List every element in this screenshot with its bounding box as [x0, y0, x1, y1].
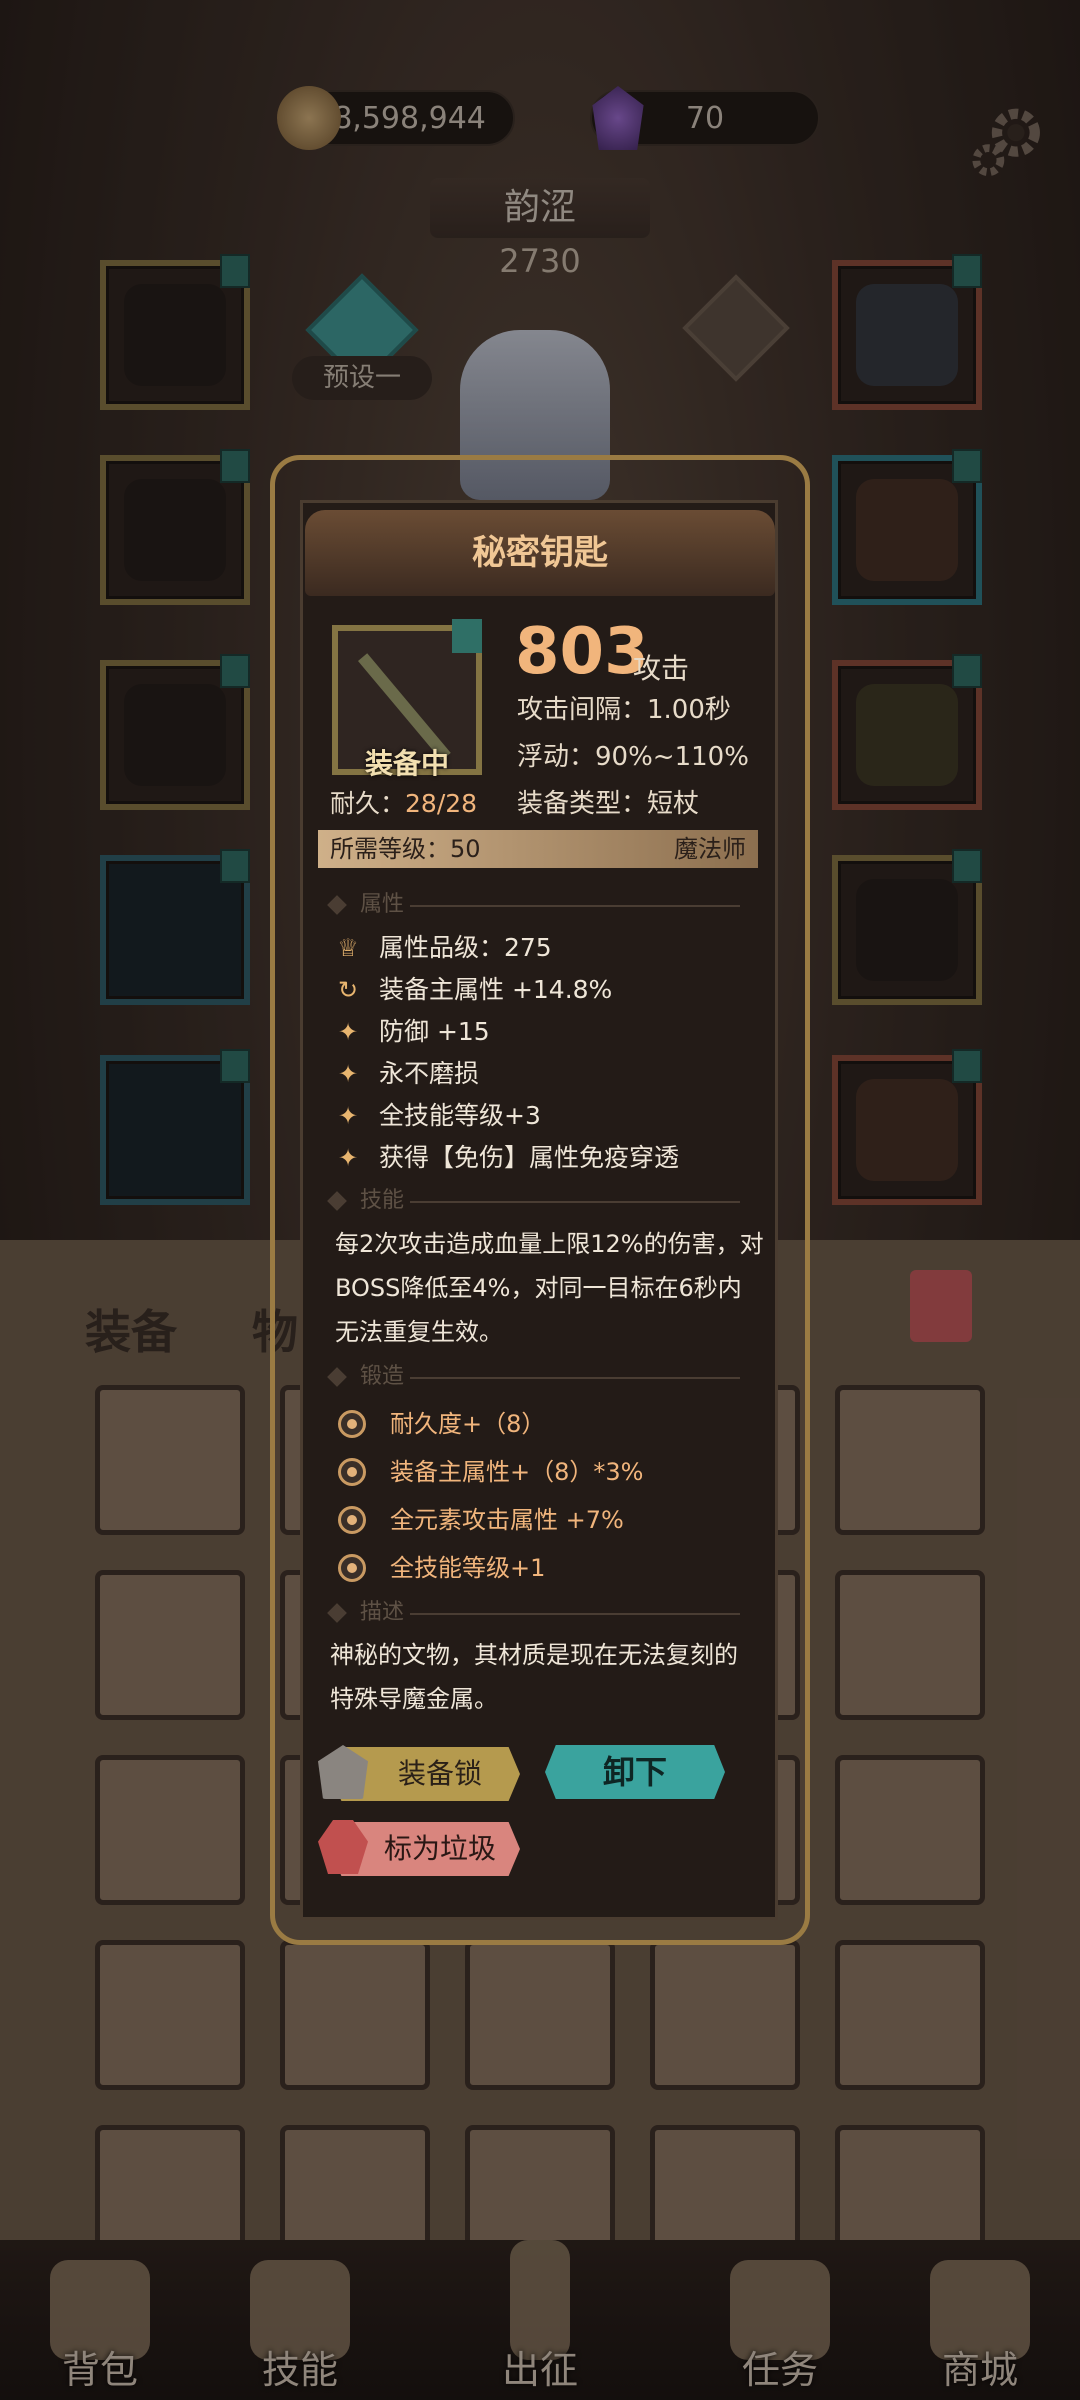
mark-trash-label: 标为垃圾: [383, 1832, 496, 1865]
quality-icon: ♕: [337, 934, 359, 962]
attack-interval: 攻击间隔：1.00秒: [517, 695, 731, 725]
sparkle-icon: ✦: [337, 1102, 359, 1130]
forge-dot-icon: [338, 1458, 366, 1486]
durability: 耐久：28/28: [330, 784, 477, 824]
section-attributes: 属性: [330, 890, 750, 920]
forge-dot-icon: [338, 1554, 366, 1582]
required-class: 魔法师: [674, 835, 746, 863]
attr-text: 属性品级：275: [379, 933, 552, 962]
attr-text: 获得【免伤】属性免疫穿透: [379, 1143, 680, 1172]
durability-label: 耐久：: [330, 789, 406, 818]
equip-lock-label: 装备锁: [397, 1757, 482, 1790]
forge-dot-icon: [338, 1410, 366, 1438]
attr-text: 全技能等级+3: [379, 1101, 541, 1130]
attr-line: ✦ 防御 +15: [335, 1012, 490, 1052]
attr-line: ✦ 获得【免伤】属性免疫穿透: [335, 1138, 679, 1178]
forge-text: 全技能等级+1: [390, 1554, 546, 1582]
requirement-bar: 所需等级：50 魔法师: [318, 830, 758, 868]
equip-type: 装备类型：短杖: [517, 789, 700, 819]
section-label: 技能: [360, 1188, 405, 1213]
attr-line: ✦ 永不磨损: [335, 1054, 479, 1094]
forge-text: 耐久度+（8）: [390, 1410, 546, 1438]
forge-text: 全元素攻击属性 +7%: [390, 1506, 624, 1534]
sparkle-icon: ✦: [337, 1060, 359, 1088]
refresh-icon: ↻: [337, 976, 359, 1004]
float-range: 浮动：90%~110%: [517, 742, 749, 772]
attr-text: 装备主属性 +14.8%: [379, 975, 613, 1004]
section-description: 描述: [330, 1598, 750, 1628]
item-description: 神秘的文物，其材质是现在无法复刻的特殊导魔金属。: [330, 1641, 738, 1713]
attr-line: ↻ 装备主属性 +14.8%: [335, 970, 612, 1010]
durability-value: 28/28: [405, 789, 478, 818]
unequip-button[interactable]: 卸下: [545, 1745, 725, 1799]
attr-line: ♕ 属性品级：275: [335, 928, 552, 968]
forge-dot-icon: [338, 1506, 366, 1534]
item-title: 秘密钥匙: [472, 533, 608, 573]
attr-text: 防御 +15: [379, 1017, 490, 1046]
attr-text: 永不磨损: [379, 1059, 480, 1088]
sparkle-icon: ✦: [337, 1018, 359, 1046]
section-label: 属性: [360, 892, 405, 917]
forge-line: 全技能等级+1: [338, 1548, 545, 1588]
sparkle-icon: ✦: [337, 1144, 359, 1172]
section-skill: 技能: [330, 1186, 750, 1216]
item-tag-icon: [452, 619, 482, 653]
section-label: 描述: [360, 1600, 405, 1625]
forge-line: 全元素攻击属性 +7%: [338, 1500, 624, 1540]
forge-text: 装备主属性+（8）*3%: [390, 1458, 644, 1486]
game-screen: { "currency": { "gold": "98,598,944", "g…: [0, 0, 1080, 2400]
attack-unit: 攻击: [633, 652, 690, 685]
section-label: 锻造: [360, 1364, 405, 1389]
forge-line: 装备主属性+（8）*3%: [338, 1452, 643, 1492]
attack-value: 803: [515, 615, 649, 689]
section-forge: 锻造: [330, 1362, 750, 1392]
required-level: 所需等级：50: [330, 835, 481, 863]
equipped-status: 装备中: [364, 747, 449, 780]
skill-description: 每2次攻击造成血量上限12%的伤害，对BOSS降低至4%，对同一目标在6秒内无法…: [335, 1230, 764, 1346]
forge-line: 耐久度+（8）: [338, 1404, 545, 1444]
attr-line: ✦ 全技能等级+3: [335, 1096, 541, 1136]
